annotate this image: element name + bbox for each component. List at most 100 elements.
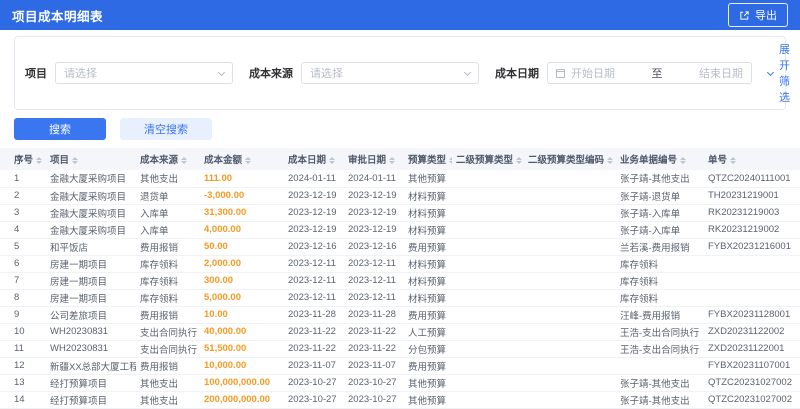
table-cell: [616, 357, 704, 375]
table-cell: 库存领料: [136, 255, 200, 273]
sort-icon[interactable]: [449, 156, 452, 165]
table-cell: 2023-11-28: [284, 306, 344, 324]
table-cell: 房建一期项目: [46, 255, 136, 273]
table-cell: ZXD20231122002: [704, 323, 800, 341]
table-cell: 兰若溪-费用报销: [616, 238, 704, 256]
table-cell: 2023-11-07: [284, 357, 344, 375]
table-cell: 其他支出: [136, 391, 200, 409]
table-cell: 金融大厦采购项目: [46, 170, 136, 188]
sort-icon[interactable]: [389, 156, 396, 165]
table-row[interactable]: 8 房建一期项目 库存领料 5,000.00 2023-12-11 2023-12-11 材…: [0, 289, 800, 307]
table-cell: 2023-12-19: [284, 204, 344, 222]
table-cell: 2023-12-11: [284, 272, 344, 290]
cost-date-range-input[interactable]: 开始日期 至 结束日期: [547, 62, 752, 84]
cost-source-select[interactable]: 请选择: [301, 62, 479, 84]
table-cell: 2023-12-16: [284, 238, 344, 256]
table-cell: 4: [0, 221, 46, 239]
column-header-7[interactable]: 二级预算类型: [452, 148, 524, 170]
column-header-2[interactable]: 成本来源: [136, 148, 200, 170]
table-cell: 库存领料: [616, 289, 704, 307]
table-cell: 人工预算: [404, 323, 452, 341]
table-row[interactable]: 11 WH20230831 支出合同执行 51,500.00 2023-11-22 202…: [0, 340, 800, 358]
expand-filter-link[interactable]: 展开筛选: [766, 41, 790, 105]
table-row[interactable]: 7 房建一期项目 库存领料 300.00 2023-12-11 2023-12-11 材料预…: [0, 272, 800, 290]
table-cell: 3: [0, 204, 46, 222]
table-row[interactable]: 14 经打预算项目 其他支出 200,000,000.00 2023-10-27 2023…: [0, 391, 800, 409]
table-cell: 2024-01-11: [284, 170, 344, 188]
sort-icon[interactable]: [72, 156, 79, 165]
table-cell: 房建一期项目: [46, 272, 136, 290]
clear-search-button[interactable]: 清空搜索: [120, 118, 212, 140]
column-header-label: 二级预算类型编码: [528, 155, 605, 166]
calendar-icon: [556, 68, 565, 78]
table-cell: 2023-11-22: [284, 323, 344, 341]
table-body: 1 金融大厦采购项目 其他支出 111.00 2024-01-11 2024-01-11 其…: [0, 170, 800, 409]
column-header-label: 成本来源: [140, 155, 179, 166]
column-header-6[interactable]: 预算类型: [404, 148, 452, 170]
sort-icon[interactable]: [329, 156, 336, 165]
table-cell: [452, 340, 524, 358]
table-cell: 2023-10-27: [284, 374, 344, 392]
table-cell: 300.00: [200, 272, 284, 290]
table-cell: 2023-11-28: [344, 306, 404, 324]
table-cell: 2023-11-22: [284, 340, 344, 358]
table-cell: [452, 187, 524, 205]
table-row[interactable]: 5 和平饭店 费用报销 50.00 2023-12-16 2023-12-16 费用预算 兰若…: [0, 238, 800, 256]
export-button[interactable]: 导出: [728, 3, 788, 27]
table-row[interactable]: 12新疆XX总部大厦工程二期费用报销10,000.002023-11-07202…: [0, 357, 800, 375]
table-row[interactable]: 3 金融大厦采购项目 入库单 31,300.00 2023-12-19 2023-12-1…: [0, 204, 800, 222]
column-header-5[interactable]: 审批日期: [344, 148, 404, 170]
column-header-label: 成本金额: [204, 155, 243, 166]
table-cell: -3,000.00: [200, 187, 284, 205]
sort-icon[interactable]: [607, 156, 614, 165]
project-select[interactable]: 请选择: [55, 62, 233, 84]
column-header-9[interactable]: 业务单据编号: [616, 148, 704, 170]
table-cell: [452, 204, 524, 222]
sort-icon[interactable]: [680, 156, 687, 165]
table-cell: [524, 306, 616, 324]
column-header-8[interactable]: 二级预算类型编码: [524, 148, 616, 170]
sort-icon[interactable]: [245, 156, 252, 165]
search-button[interactable]: 搜索: [14, 118, 106, 140]
table-cell: 10.00: [200, 306, 284, 324]
column-header-1[interactable]: 项目: [46, 148, 136, 170]
table-cell: 2024-01-11: [344, 170, 404, 188]
table-cell: 50.00: [200, 238, 284, 256]
table-cell: 4,000.00: [200, 221, 284, 239]
column-header-label: 项目: [50, 155, 70, 166]
table-cell: [524, 357, 616, 375]
table-row[interactable]: 2 金融大厦采购项目 退货单 -3,000.00 2023-12-19 2023-12-1…: [0, 187, 800, 205]
table-cell: 9: [0, 306, 46, 324]
table-cell: 2023-12-19: [344, 204, 404, 222]
table-cell: 其他预算: [404, 170, 452, 188]
column-header-0[interactable]: 序号: [0, 148, 46, 170]
cost-detail-table: 序号 项目 成本来源 成本金额 成本日期 审批日期 预算类型 二级预算类型 二级预算类型编码 业务…: [0, 148, 800, 409]
chevron-down-icon: [217, 68, 226, 76]
table-row[interactable]: 1 金融大厦采购项目 其他支出 111.00 2024-01-11 2024-01-11 其…: [0, 170, 800, 188]
table-cell: FYBX20231128001: [704, 306, 800, 324]
table-cell: 费用预算: [404, 306, 452, 324]
table-row[interactable]: 9 公司差旅项目 费用报销 10.00 2023-11-28 2023-11-28 费用预算…: [0, 306, 800, 324]
table-row[interactable]: 4 金融大厦采购项目 入库单 4,000.00 2023-12-19 2023-12-19…: [0, 221, 800, 239]
column-header-4[interactable]: 成本日期: [284, 148, 344, 170]
table-row[interactable]: 6 房建一期项目 库存领料 2,000.00 2023-12-11 2023-12-11 材…: [0, 255, 800, 273]
sort-icon[interactable]: [36, 156, 43, 165]
table-cell: 5: [0, 238, 46, 256]
table-cell: 12: [0, 357, 46, 375]
table-row[interactable]: 10 WH20230831 支出合同执行 40,000.00 2023-11-22 202…: [0, 323, 800, 341]
table-cell: 库存领料: [136, 272, 200, 290]
table-cell: [704, 289, 800, 307]
table-cell: 7: [0, 272, 46, 290]
table-cell: 费用报销: [136, 238, 200, 256]
table-cell: 张子靖-入库单: [616, 221, 704, 239]
column-header-3[interactable]: 成本金额: [200, 148, 284, 170]
table-cell: 材料预算: [404, 272, 452, 290]
page-title: 项目成本明细表: [12, 9, 104, 24]
table-cell: 14: [0, 391, 46, 409]
table-row[interactable]: 13 经打预算项目 其他支出 100,000,000.00 2023-10-27 2023…: [0, 374, 800, 392]
sort-icon[interactable]: [516, 156, 523, 165]
sort-icon[interactable]: [730, 156, 737, 165]
table-cell: FYBX20231216001: [704, 238, 800, 256]
sort-icon[interactable]: [181, 156, 188, 165]
column-header-10[interactable]: 单号: [704, 148, 800, 170]
